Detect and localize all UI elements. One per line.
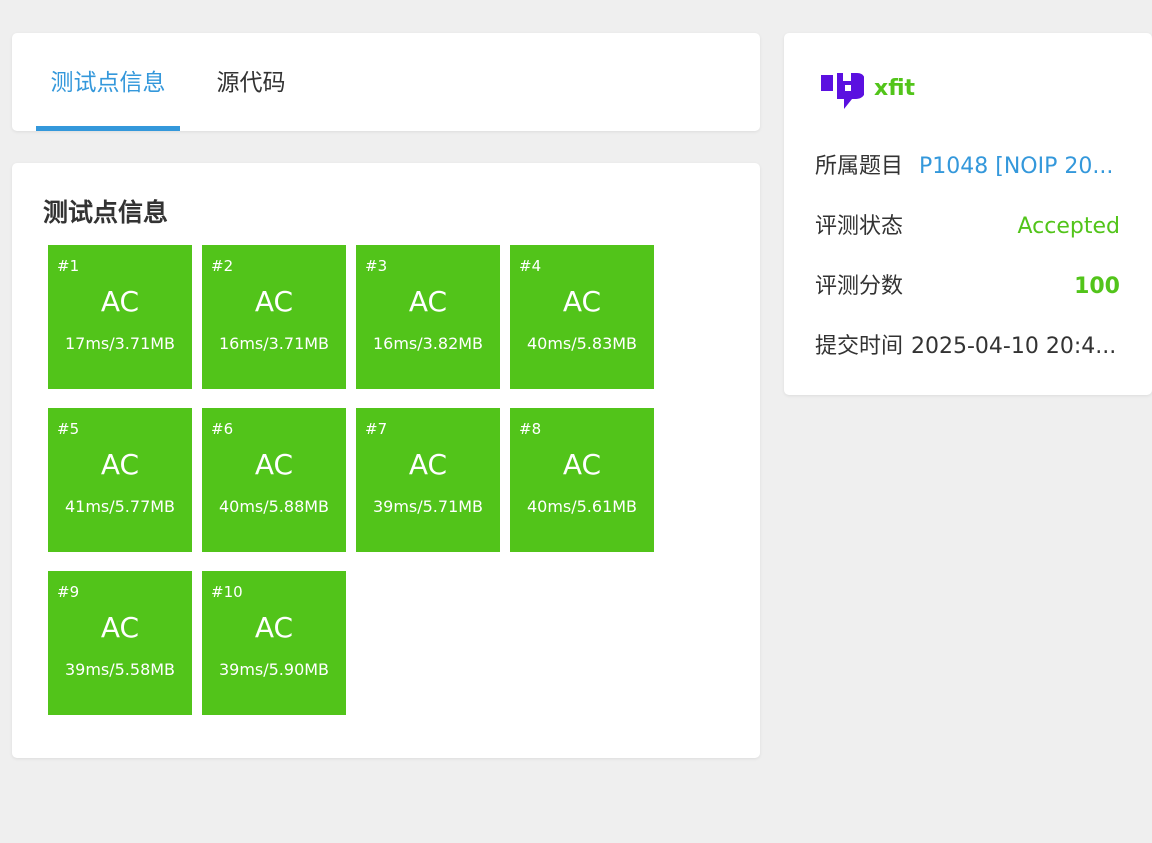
testcase-tile[interactable]: #7 AC 39ms/5.71MB: [356, 408, 500, 552]
testcase-tile[interactable]: #4 AC 40ms/5.83MB: [510, 245, 654, 389]
testcase-status: AC: [254, 611, 294, 644]
username-link[interactable]: xfit: [874, 76, 915, 101]
testcase-tile[interactable]: #10 AC 39ms/5.90MB: [202, 571, 346, 715]
active-tab-indicator: [36, 126, 180, 131]
testcase-tile[interactable]: #5 AC 41ms/5.77MB: [48, 408, 192, 552]
testcase-number: #7: [365, 420, 388, 438]
testcase-number: #8: [519, 420, 542, 438]
testcase-usage: 16ms/3.71MB: [218, 334, 330, 353]
score-value: 100: [1074, 274, 1120, 299]
testcase-status: AC: [100, 285, 140, 318]
testcase-usage: 40ms/5.83MB: [526, 334, 638, 353]
user-logo-icon[interactable]: [820, 71, 864, 111]
testcase-usage: 39ms/5.90MB: [218, 660, 330, 679]
status-value: Accepted: [1017, 214, 1120, 239]
problem-label: 所属题目: [815, 154, 904, 179]
testcase-number: #10: [211, 583, 243, 601]
score-label: 评测分数: [815, 274, 904, 299]
tab-testcase-info-label: 测试点信息: [50, 70, 166, 96]
problem-link[interactable]: P1048 [NOIP 20...: [919, 147, 1113, 187]
testcase-usage: 16ms/3.82MB: [372, 334, 484, 353]
tabs-card: 测试点信息 源代码: [12, 33, 760, 131]
tab-testcase-info[interactable]: 测试点信息: [36, 33, 180, 131]
testcase-status: AC: [254, 448, 294, 481]
testcase-status: AC: [100, 448, 140, 481]
testcase-number: #3: [365, 257, 388, 275]
status-label: 评测状态: [815, 214, 904, 239]
submit-time-value: 2025-04-10 20:4...: [911, 334, 1117, 359]
tab-source-code[interactable]: 源代码: [208, 33, 294, 131]
testcase-number: #4: [519, 257, 542, 275]
testcase-number: #1: [57, 257, 80, 275]
submit-time-row: 提交时间 2025-04-10 20:4...: [815, 327, 1120, 367]
status-row: 评测状态 Accepted: [815, 207, 1120, 247]
testcase-status: AC: [100, 611, 140, 644]
testcase-usage: 17ms/3.71MB: [64, 334, 176, 353]
testcase-tile[interactable]: #9 AC 39ms/5.58MB: [48, 571, 192, 715]
score-row: 评测分数 100: [815, 267, 1120, 307]
testcase-tile[interactable]: #3 AC 16ms/3.82MB: [356, 245, 500, 389]
testcase-usage: 39ms/5.58MB: [64, 660, 176, 679]
testcase-tile[interactable]: #6 AC 40ms/5.88MB: [202, 408, 346, 552]
testcase-tile[interactable]: #1 AC 17ms/3.71MB: [48, 245, 192, 389]
testcase-tile[interactable]: #8 AC 40ms/5.61MB: [510, 408, 654, 552]
tab-source-code-label: 源代码: [216, 70, 286, 96]
testcase-section-title: 测试点信息: [43, 198, 169, 227]
problem-row: 所属题目 P1048 [NOIP 20...: [815, 147, 1120, 187]
testcase-status: AC: [254, 285, 294, 318]
testcase-status: AC: [562, 285, 602, 318]
submission-info-card: xfit 所属题目 P1048 [NOIP 20... 评测状态 Accepte…: [784, 33, 1152, 395]
testcase-number: #9: [57, 583, 80, 601]
testcase-usage: 40ms/5.88MB: [218, 497, 330, 516]
submit-time-label: 提交时间: [815, 334, 904, 359]
testcase-number: #2: [211, 257, 234, 275]
testcase-status: AC: [408, 285, 448, 318]
testcase-usage: 39ms/5.71MB: [372, 497, 484, 516]
testcase-usage: 40ms/5.61MB: [526, 497, 638, 516]
testcase-tile[interactable]: #2 AC 16ms/3.71MB: [202, 245, 346, 389]
testcase-status: AC: [562, 448, 602, 481]
testcase-number: #5: [57, 420, 80, 438]
testcase-card: 测试点信息 #1 AC 17ms/3.71MB #2 AC 16ms/3.71MB #3 AC…: [12, 163, 760, 758]
testcase-status: AC: [408, 448, 448, 481]
testcase-number: #6: [211, 420, 234, 438]
testcase-usage: 41ms/5.77MB: [64, 497, 176, 516]
